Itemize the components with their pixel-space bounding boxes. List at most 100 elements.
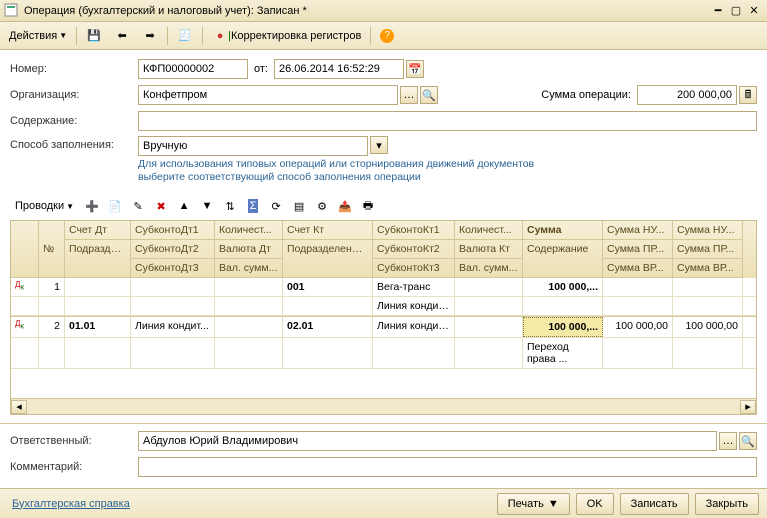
form-area: Номер: от: 📅 Организация: … 🔍 Сумма опер… [0, 50, 767, 419]
accounting-help-link[interactable]: Бухгалтерская справка [12, 498, 130, 510]
move-up-button[interactable]: ▲ [174, 196, 194, 216]
col-subdiv-kt[interactable]: Подразделение Кт [283, 240, 373, 278]
close-button[interactable]: ✕ [745, 3, 763, 19]
col-acc-dt[interactable]: Счет Дт [65, 221, 131, 240]
delete-row-button[interactable]: ✖ [151, 196, 171, 216]
col-subdiv-dt[interactable]: Подразде... Дт [65, 240, 131, 278]
main-toolbar: Действия▼ 💾 ⬅ ➡ 🧾 ●| Корректировка регис… [0, 22, 767, 50]
nav-next-button[interactable]: ➡ [137, 25, 163, 47]
diskette-icon: 💾 [86, 28, 102, 44]
grid-scrollbar[interactable]: ◂ ▸ [11, 398, 756, 414]
table-row[interactable]: Переход права ... [11, 338, 756, 369]
org-field[interactable] [138, 85, 398, 105]
col-cur-dt[interactable]: Валюта Дт [215, 240, 283, 259]
add-row-button[interactable]: ➕ [82, 196, 102, 216]
date-picker-button[interactable]: 📅 [406, 60, 424, 78]
cell-sub-kt1[interactable]: Линия кондит... [373, 317, 455, 337]
col-vr2[interactable]: Сумма ВР... [673, 259, 743, 278]
col-sub-kt3[interactable]: СубконтоКт3 [373, 259, 455, 278]
cell-sub-dt1[interactable]: Линия кондит... [131, 317, 215, 337]
scroll-left-button[interactable]: ◂ [11, 400, 27, 414]
col-qty-kt[interactable]: Количест... [455, 221, 523, 240]
print-menu-button[interactable]: Печать ▼ [497, 493, 570, 515]
table-row[interactable]: ДК 2 01.01 Линия кондит... 02.01 Линия к… [11, 316, 756, 338]
col-nu[interactable]: Сумма НУ... [603, 221, 673, 240]
table-row[interactable]: ДК 1 001 Вега-транс 100 000,... [11, 278, 756, 297]
filter-button[interactable]: ▤ [289, 196, 309, 216]
col-sub-dt2[interactable]: СубконтоДт2 [131, 240, 215, 259]
add-copy-button[interactable]: 📄 [105, 196, 125, 216]
col-vr[interactable]: Сумма ВР... [603, 259, 673, 278]
calendar-icon: 📅 [408, 63, 422, 76]
col-number[interactable]: № [39, 221, 65, 278]
settings-button[interactable]: ⚙ [312, 196, 332, 216]
col-marker[interactable] [11, 221, 39, 278]
grid-header: № Счет Дт СубконтоДт1 Количест... Счет К… [11, 221, 756, 278]
print-button[interactable]: 🖶 [358, 196, 378, 216]
refresh-button[interactable]: ⟳ [266, 196, 286, 216]
close-form-button[interactable]: Закрыть [695, 493, 759, 515]
cell-sum[interactable]: 100 000,... [523, 278, 603, 296]
cell-content[interactable]: Переход права ... [523, 338, 603, 368]
content-field[interactable] [138, 111, 757, 131]
footer-form: Ответственный: … 🔍 Комментарий: [0, 423, 767, 488]
col-qty-dt[interactable]: Количест... [215, 221, 283, 240]
cell-acc-kt[interactable]: 001 [283, 278, 373, 296]
col-sub-kt2[interactable]: СубконтоКт2 [373, 240, 455, 259]
responsible-search-button[interactable]: 🔍 [739, 432, 757, 450]
struct-button[interactable]: 🧾 [172, 25, 198, 47]
scroll-right-button[interactable]: ▸ [740, 400, 756, 414]
col-nu2[interactable]: Сумма НУ... [673, 221, 743, 240]
col-acc-kt[interactable]: Счет Кт [283, 221, 373, 240]
save-button[interactable]: Записать [620, 493, 689, 515]
arrow-down-icon: ▼ [202, 200, 213, 212]
move-down-button[interactable]: ▼ [197, 196, 217, 216]
cell-acc-dt[interactable]: 01.01 [65, 317, 131, 337]
org-search-button[interactable]: 🔍 [420, 86, 438, 104]
comment-field[interactable] [138, 457, 757, 477]
table-row[interactable]: Линия кондит... [11, 297, 756, 316]
entries-tab[interactable]: Проводки▼ [10, 196, 79, 216]
actions-menu[interactable]: Действия▼ [4, 25, 72, 47]
col-pr[interactable]: Сумма ПР... [603, 240, 673, 259]
cell-sub-kt1[interactable]: Вега-транс [373, 278, 455, 296]
col-cur-kt[interactable]: Валюта Кт [455, 240, 523, 259]
maximize-button[interactable]: ▢ [727, 3, 745, 19]
col-sub-kt1[interactable]: СубконтоКт1 [373, 221, 455, 240]
sum-calc-button[interactable]: 🖩 [739, 86, 757, 104]
edit-row-button[interactable]: ✎ [128, 196, 148, 216]
date-field[interactable] [274, 59, 404, 79]
adjust-icon: ● [212, 28, 228, 44]
col-sub-dt3[interactable]: СубконтоДт3 [131, 259, 215, 278]
cell-sum-selected[interactable]: 100 000,... [523, 317, 603, 337]
help-icon: ? [380, 29, 394, 43]
sigma-button[interactable]: Σ [243, 196, 263, 216]
correction-button[interactable]: ●| Корректировка регистров [207, 25, 366, 47]
fill-mode-select[interactable] [138, 136, 368, 156]
responsible-lookup-button[interactable]: … [719, 432, 737, 450]
org-lookup-button[interactable]: … [400, 86, 418, 104]
ok-button[interactable]: OK [576, 493, 614, 515]
col-pr2[interactable]: Сумма ПР... [673, 240, 743, 259]
col-sum[interactable]: Сумма [523, 221, 603, 240]
cell-sub-kt2[interactable]: Линия кондит... [373, 297, 455, 315]
cell-nu1[interactable]: 100 000,00 [603, 317, 673, 337]
cell-acc-kt[interactable]: 02.01 [283, 317, 373, 337]
col-valsum-dt[interactable]: Вал. сумм... [215, 259, 283, 278]
help-button[interactable]: ? [375, 25, 399, 47]
fill-mode-dropdown[interactable]: ▾ [370, 136, 388, 154]
cell-sub-dt1[interactable] [131, 278, 215, 296]
cell-nu2[interactable]: 100 000,00 [673, 317, 743, 337]
number-field[interactable] [138, 59, 248, 79]
col-sub-dt1[interactable]: СубконтоДт1 [131, 221, 215, 240]
col-content[interactable]: Содержание [523, 240, 603, 278]
cell-acc-dt[interactable] [65, 278, 131, 296]
save-icon-button[interactable]: 💾 [81, 25, 107, 47]
sort-button[interactable]: ⇅ [220, 196, 240, 216]
sum-field[interactable] [637, 85, 737, 105]
responsible-field[interactable] [138, 431, 717, 451]
nav-prev-button[interactable]: ⬅ [109, 25, 135, 47]
export-button[interactable]: 📤 [335, 196, 355, 216]
minimize-button[interactable]: ━ [709, 3, 727, 19]
col-valsum-kt[interactable]: Вал. сумм... [455, 259, 523, 278]
